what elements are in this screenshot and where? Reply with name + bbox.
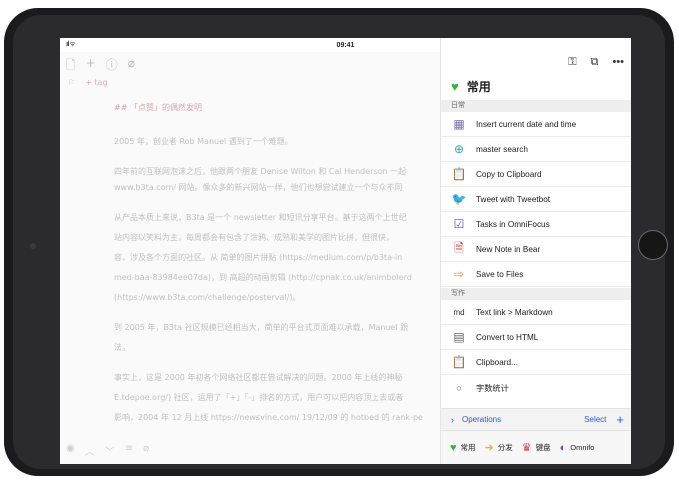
eye-icon[interactable]: ◉ bbox=[66, 443, 75, 458]
clipboard-red-icon: 📋 bbox=[451, 355, 467, 369]
arrow-right-icon: ➜ bbox=[484, 442, 494, 454]
tab-label: Omnifo bbox=[570, 443, 595, 452]
markdown-icon: md bbox=[453, 307, 465, 317]
folder-arrow-icon: ⇨ bbox=[453, 267, 465, 281]
doc-heading: ## 「点赞」的偶然发明 bbox=[114, 103, 202, 112]
action-label: Convert to HTML bbox=[476, 332, 539, 342]
home-button[interactable] bbox=[638, 230, 668, 260]
doc-paragraph: 四年前的互联网泡沫之后，他跟两个朋友 Denise Wilton 和 Cal H… bbox=[114, 167, 407, 176]
document-body[interactable]: ## 「点赞」的偶然发明 2005 年，创业者 Rob Manuel 遇到了一个… bbox=[114, 100, 454, 440]
doc-paragraph: 到 2005 年，B3ta 社区规模已经相当大，简单的平台式页面难以承载，Man… bbox=[114, 323, 409, 332]
tab-label: 分发 bbox=[497, 443, 513, 452]
group-tab-bar: ♥ 常用 ➜ 分发 ♛ 键盘 ◐ Omnifo bbox=[441, 430, 631, 464]
front-camera bbox=[30, 243, 36, 249]
document-icon[interactable]: 🗋 bbox=[66, 56, 76, 77]
tab-label: 常用 bbox=[460, 443, 476, 452]
section-header-daily: 日常 bbox=[441, 100, 631, 112]
panel-toolbar: ⚿ ⧉ ••• bbox=[441, 52, 631, 74]
heart-icon: ♥ bbox=[450, 441, 457, 454]
doc-paragraph: 容，涉及各个方面的社区。从 简单的图片拼贴 (https://medium.co… bbox=[114, 253, 403, 262]
menu-icon[interactable]: ≡ bbox=[125, 443, 133, 458]
note-icon: 🗎 bbox=[454, 240, 464, 255]
action-bear-note[interactable]: 🗎 New Note in Bear bbox=[441, 237, 631, 262]
chevron-down-icon[interactable]: ﹀ bbox=[105, 443, 115, 458]
action-label: Tasks in OmniFocus bbox=[476, 219, 550, 229]
action-panel: ⚿ ⧉ ••• ♥ 常用 日常 ▦ Insert current date an… bbox=[440, 38, 631, 464]
operations-button[interactable]: Operations bbox=[462, 415, 501, 424]
select-button[interactable]: Select bbox=[584, 415, 606, 424]
chevron-up-icon[interactable]: ︿ bbox=[85, 443, 95, 458]
action-copy-clipboard[interactable]: 📋 Copy to Clipboard bbox=[441, 162, 631, 187]
doc-paragraph: 影响，2004 年 12 月上线 https://newsvine.com/ 1… bbox=[114, 413, 423, 422]
action-text-link-markdown[interactable]: md Text link > Markdown bbox=[441, 300, 631, 325]
add-icon[interactable]: + bbox=[616, 412, 624, 427]
action-word-count[interactable]: ○ 字数统计 bbox=[441, 375, 631, 400]
tab-keyboard[interactable]: ♛ 键盘 bbox=[522, 441, 551, 454]
document-icon: ▤ bbox=[453, 330, 465, 344]
more-icon[interactable]: ••• bbox=[612, 56, 624, 69]
flag-icon[interactable]: ⚐ bbox=[68, 78, 75, 87]
doc-paragraph: 站内容以笑料为主，每周都会有包含了涂鸦、成熟和美学的图片比拼，但很快， bbox=[114, 233, 394, 242]
action-insert-date[interactable]: ▦ Insert current date and time bbox=[441, 112, 631, 137]
group-title-label: 常用 bbox=[466, 80, 491, 94]
action-label: 字数统计 bbox=[476, 383, 509, 393]
keyboard-icon: ♛ bbox=[521, 442, 532, 454]
action-label: Copy to Clipboard bbox=[476, 169, 542, 179]
tab-label: 键盘 bbox=[535, 443, 551, 452]
search-plus-icon: ⊕ bbox=[453, 142, 465, 156]
action-omnifocus[interactable]: ☑ Tasks in OmniFocus bbox=[441, 212, 631, 237]
action-label: Save to Files bbox=[476, 269, 524, 279]
tab-omnifocus[interactable]: ◐ Omnifo bbox=[560, 442, 595, 454]
action-label: Text link > Markdown bbox=[476, 307, 553, 317]
doc-paragraph: 法。 bbox=[114, 343, 130, 352]
screen: ııl ᯤ 09:41 🗋 + ⓘ ⌀ ⚐ + tag ## 「点赞」的偶然发明… bbox=[60, 38, 631, 464]
doc-paragraph: 从产品本质上来说，B3ta 是一个 newsletter 和短讯分享平台。基于这… bbox=[114, 213, 407, 222]
ipad-frame: ııl ᯤ 09:41 🗋 + ⓘ ⌀ ⚐ + tag ## 「点赞」的偶然发明… bbox=[4, 8, 674, 476]
action-convert-html[interactable]: ▤ Convert to HTML bbox=[441, 325, 631, 350]
key-icon[interactable]: ⚿ bbox=[568, 56, 576, 69]
tab-share[interactable]: ➜ 分发 bbox=[485, 441, 513, 454]
doc-paragraph: (https://www.b3ta.com/challenge/posterva… bbox=[114, 293, 301, 302]
editor-toolbar: 🗋 + ⓘ ⌀ bbox=[66, 56, 135, 77]
clipboard-icon: 📋 bbox=[451, 167, 467, 181]
doc-paragraph: www.b3ta.com/ 网站。像众多的新兴网站一样，他们也想尝试建立一个与众… bbox=[114, 183, 403, 192]
add-tag-button[interactable]: + tag bbox=[85, 78, 107, 87]
tab-common[interactable]: ♥ 常用 bbox=[450, 442, 476, 454]
action-master-search[interactable]: ⊕ master search bbox=[441, 137, 631, 162]
action-label: Clipboard... bbox=[476, 357, 518, 367]
chevron-right-icon[interactable]: › bbox=[451, 415, 454, 425]
calendar-icon: ▦ bbox=[453, 117, 465, 131]
doc-paragraph: med-baa-83984ee07da)，到 高超的动画剪辑 (http://c… bbox=[114, 273, 412, 282]
check-icon: ☑ bbox=[453, 217, 465, 231]
bird-icon: 🐦 bbox=[451, 192, 467, 206]
tag-row: ⚐ + tag bbox=[68, 78, 108, 87]
action-label: New Note in Bear bbox=[476, 244, 541, 254]
action-label: master search bbox=[476, 144, 528, 154]
group-title: ♥ 常用 bbox=[451, 78, 491, 95]
action-tweetbot[interactable]: 🐦 Tweet with Tweetbot bbox=[441, 187, 631, 212]
editor-bottom-bar: ◉ ︿ ﹀ ≡ ⌀ bbox=[66, 443, 149, 458]
status-time: 09:41 bbox=[336, 41, 355, 49]
action-label: Insert current date and time bbox=[476, 119, 577, 129]
doc-paragraph: 事实上，这是 2000 年初各个网络社区都在尝试解决的问题。2000 年上线的神… bbox=[114, 373, 403, 382]
info-icon[interactable]: ⓘ bbox=[106, 56, 118, 77]
action-clipboard[interactable]: 📋 Clipboard... bbox=[441, 350, 631, 375]
heart-icon: ♥ bbox=[451, 79, 459, 94]
doc-paragraph: E.tdepoe.org/) 社区，运用了「+」「-」排名的方式，用户可以把内容… bbox=[114, 393, 404, 402]
circle-icon: ○ bbox=[456, 382, 462, 393]
attach-icon[interactable]: ⌀ bbox=[143, 443, 149, 458]
signal-icon: ııl ᯤ bbox=[66, 41, 76, 48]
action-save-files[interactable]: ⇨ Save to Files bbox=[441, 262, 631, 287]
doc-paragraph: 2005 年，创业者 Rob Manuel 遇到了一个难题。 bbox=[114, 137, 293, 146]
operations-bar: › Operations Select + bbox=[441, 408, 631, 430]
editor: 🗋 + ⓘ ⌀ ⚐ + tag ## 「点赞」的偶然发明 2005 年，创业者 … bbox=[60, 52, 440, 464]
copy-icon[interactable]: ⧉ bbox=[591, 56, 599, 69]
omnifocus-icon: ◐ bbox=[559, 441, 567, 454]
section-header-writing: 写作 bbox=[441, 288, 631, 300]
paperclip-icon[interactable]: ⌀ bbox=[128, 56, 135, 77]
add-icon[interactable]: + bbox=[86, 56, 96, 77]
action-label: Tweet with Tweetbot bbox=[476, 194, 551, 204]
